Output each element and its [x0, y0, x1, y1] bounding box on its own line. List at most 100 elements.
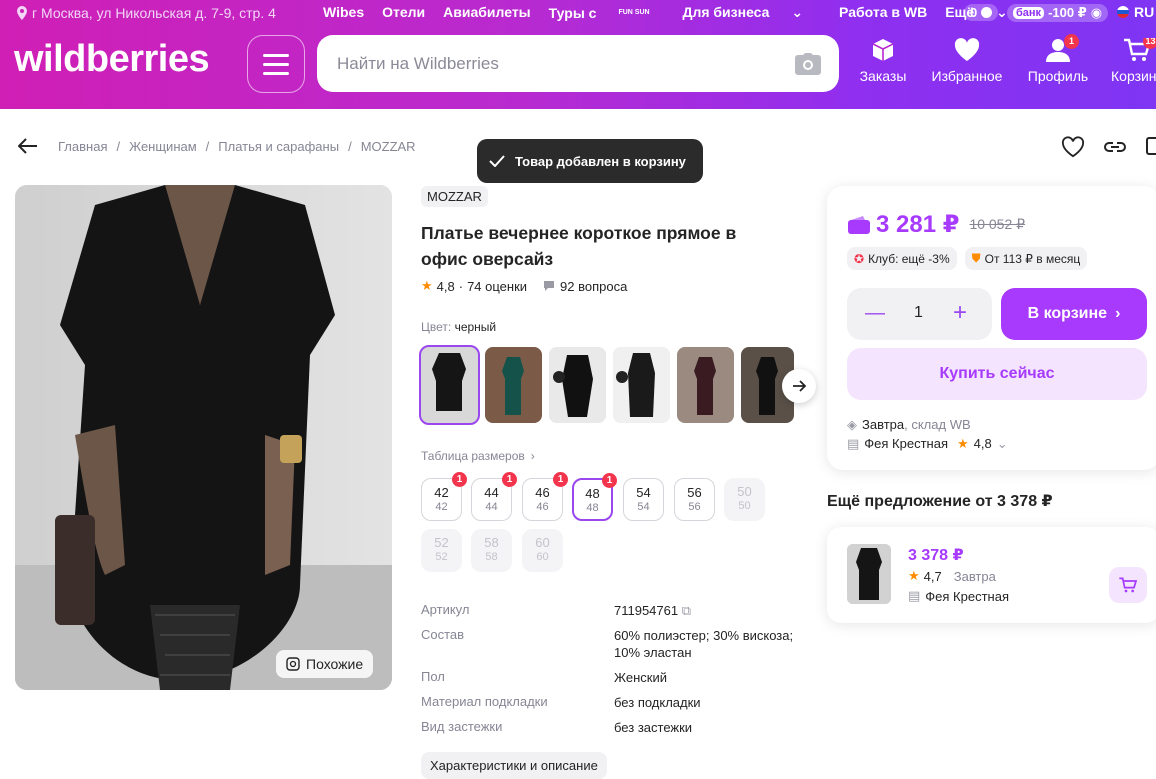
- bank-amount: -100 ₽: [1048, 5, 1087, 20]
- installment-chip[interactable]: ⛊ От 113 ₽ в месяц: [964, 247, 1088, 270]
- location-selector[interactable]: г Москва, ул Никольская д. 7-9, стр. 4: [16, 5, 276, 21]
- nav-flights[interactable]: Авиабилеты: [443, 4, 531, 21]
- search-input[interactable]: [337, 35, 777, 92]
- size-ru: 44: [485, 501, 498, 513]
- product-title: Платье вечернее короткое прямое в офис о…: [421, 223, 737, 269]
- menu-button[interactable]: [247, 35, 305, 93]
- color-value: черный: [454, 320, 497, 334]
- logo[interactable]: wildberries: [14, 38, 210, 81]
- size-ru: 56: [688, 501, 701, 513]
- bank-pill[interactable]: банк -100 ₽ ◉: [1007, 4, 1109, 22]
- compare-icon[interactable]: [1145, 136, 1156, 158]
- other-offer-title: Ещё предложение от 3 378 ₽: [827, 493, 1053, 510]
- balance-pill[interactable]: 0: [964, 4, 999, 21]
- chevron-down-icon: ⌄: [791, 4, 804, 20]
- header-favorites[interactable]: Избранное: [927, 38, 1007, 84]
- color-variant[interactable]: [677, 347, 734, 423]
- coin-icon: [981, 7, 993, 18]
- other-offer-cart-button[interactable]: [1109, 567, 1147, 603]
- rating-value: 4,8: [436, 278, 455, 294]
- color-variant[interactable]: [549, 347, 606, 423]
- size-option-disabled: 50 50: [724, 478, 765, 521]
- cart-label: Корзина: [1111, 68, 1156, 84]
- balance-value: 0: [970, 5, 978, 20]
- buy-box: 3 281 ₽ 10 052 ₽ ✪ Клуб: ещё -3% ⛊ От 113 …: [827, 186, 1156, 470]
- size-value: 48: [585, 486, 600, 501]
- delivery-row: ◈ Завтра, склад WB: [847, 415, 1008, 434]
- chevron-right-icon: ›: [1115, 305, 1121, 322]
- size-option[interactable]: 46 46 1: [522, 472, 568, 521]
- nav-tours[interactable]: Туры с FUN SUN: [549, 4, 665, 21]
- size-ru: 54: [637, 501, 650, 513]
- spec-value: без подкладки: [614, 695, 701, 710]
- location-pin-icon: [17, 6, 27, 20]
- header-orders[interactable]: Заказы: [843, 38, 923, 84]
- copy-icon[interactable]: ⧉: [682, 603, 691, 618]
- product-photo[interactable]: Похожие: [15, 185, 392, 690]
- variants-next-button[interactable]: [782, 369, 816, 403]
- other-offer-meta: ★ 4,7 Завтра: [908, 568, 996, 584]
- check-icon: [489, 155, 505, 167]
- crumb-brand[interactable]: MOZZAR: [361, 139, 416, 154]
- buy-now-button[interactable]: Купить сейчас: [847, 348, 1147, 400]
- size-option[interactable]: 56 56: [674, 478, 715, 521]
- header-profile[interactable]: 1 Профиль: [1018, 34, 1098, 84]
- size-value: 42: [434, 485, 449, 500]
- spec-key: Состав: [421, 627, 465, 642]
- color-label: Цвет: черный: [421, 320, 496, 334]
- seller-row[interactable]: ▤ Фея Крестная ★ 4,8 ⌄: [847, 434, 1008, 453]
- link-icon[interactable]: [1103, 136, 1127, 158]
- price-chips: ✪ Клуб: ещё -3% ⛊ От 113 ₽ в месяц: [847, 247, 1088, 270]
- size-option[interactable]: 54 54: [623, 478, 664, 521]
- size-table-link[interactable]: Таблица размеров ›: [421, 449, 535, 463]
- chevron-right-icon: ›: [530, 449, 535, 463]
- eye-icon: ◉: [1090, 5, 1103, 20]
- size-ru: 42: [435, 501, 448, 513]
- crumb-main[interactable]: Главная: [58, 139, 107, 154]
- other-offer-card[interactable]: 3 378 ₽ ★ 4,7 Завтра ▤ Фея Крестная: [827, 527, 1156, 623]
- questions-link[interactable]: 92 вопроса: [543, 279, 627, 294]
- size-option-disabled: 52 52: [421, 529, 462, 572]
- decrease-button[interactable]: —: [865, 302, 885, 325]
- size-option-selected[interactable]: 48 48 1: [572, 473, 617, 521]
- camera-icon[interactable]: [795, 53, 821, 75]
- size-option[interactable]: 44 44 1: [471, 472, 517, 521]
- seller-rating: 4,8: [973, 436, 992, 451]
- crumb-dresses[interactable]: Платья и сарафаны: [218, 139, 339, 154]
- back-arrow-icon[interactable]: [18, 138, 38, 154]
- brand-tag[interactable]: MOZZAR: [421, 186, 488, 207]
- rating-row[interactable]: ★ 4,8 · 74 оценки 92 вопроса: [421, 278, 627, 294]
- size-badge: 1: [602, 473, 617, 488]
- in-cart-button[interactable]: В корзине ›: [1001, 288, 1147, 340]
- heart-icon[interactable]: [1061, 136, 1085, 158]
- club-chip[interactable]: ✪ Клуб: ещё -3%: [847, 247, 957, 270]
- nav-hotels[interactable]: Отели: [382, 4, 425, 21]
- other-offer-delivery: Завтра: [953, 568, 996, 584]
- size-option-disabled: 60 60: [522, 529, 563, 572]
- color-variant[interactable]: [419, 345, 480, 425]
- size-table-label: Таблица размеров: [421, 449, 525, 463]
- delivery-info: ◈ Завтра, склад WB ▤ Фея Крестная ★ 4,8 ⌄: [847, 415, 1008, 453]
- top-nav: Wibes Отели Авиабилеты Туры с FUN SUN Для…: [323, 4, 1044, 21]
- other-offer-price: 3 378 ₽: [908, 547, 964, 564]
- header-cart[interactable]: 13 Корзина: [1100, 38, 1156, 84]
- reviews-count: 74 оценки: [467, 278, 528, 294]
- color-variant[interactable]: [613, 347, 670, 423]
- old-price: 10 052 ₽: [969, 216, 1026, 232]
- language-selector[interactable]: RU: [1117, 4, 1154, 20]
- nav-wibes[interactable]: Wibes: [323, 4, 364, 21]
- crumb-women[interactable]: Женщинам: [129, 139, 197, 154]
- size-badge: 1: [553, 472, 568, 487]
- price-row: 3 281 ₽ 10 052 ₽: [848, 210, 1025, 239]
- article-number[interactable]: 711954761: [614, 603, 678, 618]
- similar-button[interactable]: Похожие: [276, 650, 374, 678]
- nav-jobs[interactable]: Работа в WB: [839, 4, 927, 21]
- size-option[interactable]: 42 42 1: [421, 472, 467, 521]
- funsun-logo: FUN SUN: [618, 9, 650, 16]
- spec-key: Артикул: [421, 602, 470, 617]
- color-variant[interactable]: [485, 347, 542, 423]
- dot-separator: ·: [458, 278, 464, 294]
- size-value: 58: [484, 535, 499, 550]
- increase-button[interactable]: +: [953, 299, 967, 327]
- nav-business[interactable]: Для бизнеса ⌄: [682, 4, 821, 21]
